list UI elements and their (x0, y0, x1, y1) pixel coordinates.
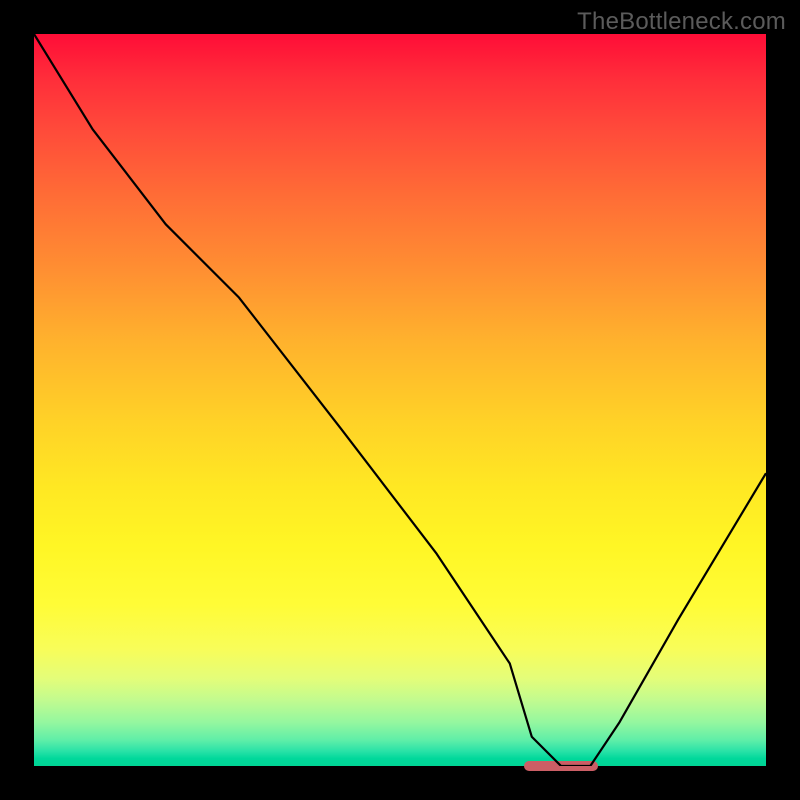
plot-area (34, 34, 766, 766)
optimal-range-marker (524, 761, 597, 771)
heat-gradient (34, 34, 766, 766)
chart-frame: TheBottleneck.com (0, 0, 800, 800)
watermark-text: TheBottleneck.com (577, 8, 786, 36)
